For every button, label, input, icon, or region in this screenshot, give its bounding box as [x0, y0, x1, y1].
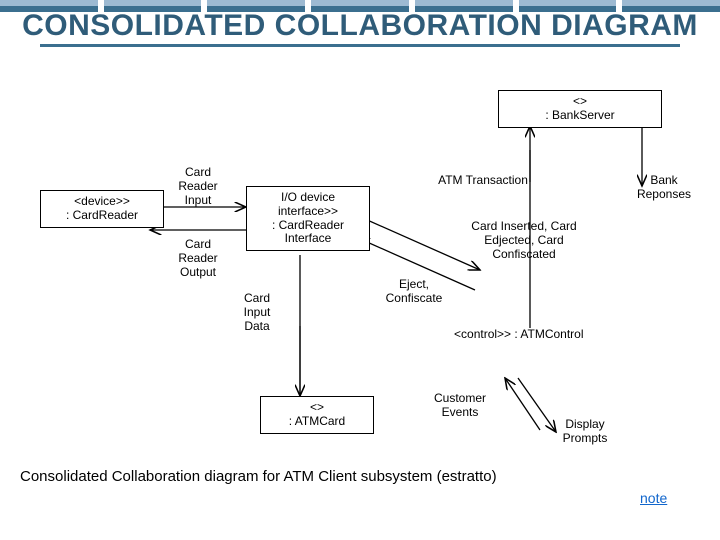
diagram-stage: <>: BankServer <device>>: CardReader I/O…: [0, 90, 720, 510]
diagram-caption: Consolidated Collaboration diagram for A…: [20, 468, 497, 485]
box-atm-control: <control>> : ATMControl: [454, 328, 624, 342]
note-link[interactable]: note: [640, 490, 667, 506]
label-customer-events: CustomerEvents: [420, 392, 500, 420]
label-card-reader-output: CardReaderOutput: [168, 238, 228, 279]
label-card-reader-input: CardReaderInput: [168, 166, 228, 207]
title-underline: [40, 44, 680, 47]
box-external-io-cardreader: <device>>: CardReader: [40, 190, 164, 228]
connector-lines: [0, 90, 720, 510]
page-title: CONSOLIDATED COLLABORATION DIAGRAM: [0, 10, 720, 42]
label-eject-confiscate: Eject,Confiscate: [374, 278, 454, 306]
label-display-prompts: DisplayPrompts: [550, 418, 620, 446]
label-card-inserted-ejected-confiscated: Card Inserted, CardEdjected, CardConfisc…: [444, 220, 604, 261]
label-card-input-data: CardInputData: [230, 292, 284, 333]
box-io-interface-cardreader: I/O deviceinterface>>: CardReaderInterfa…: [246, 186, 370, 251]
box-bank-server: <>: BankServer: [498, 90, 662, 128]
box-atmcard-entity: <>: ATMCard: [260, 396, 374, 434]
label-atm-transaction: ATM Transaction: [418, 174, 548, 188]
label-bank-responses: BankReponses: [624, 174, 704, 202]
